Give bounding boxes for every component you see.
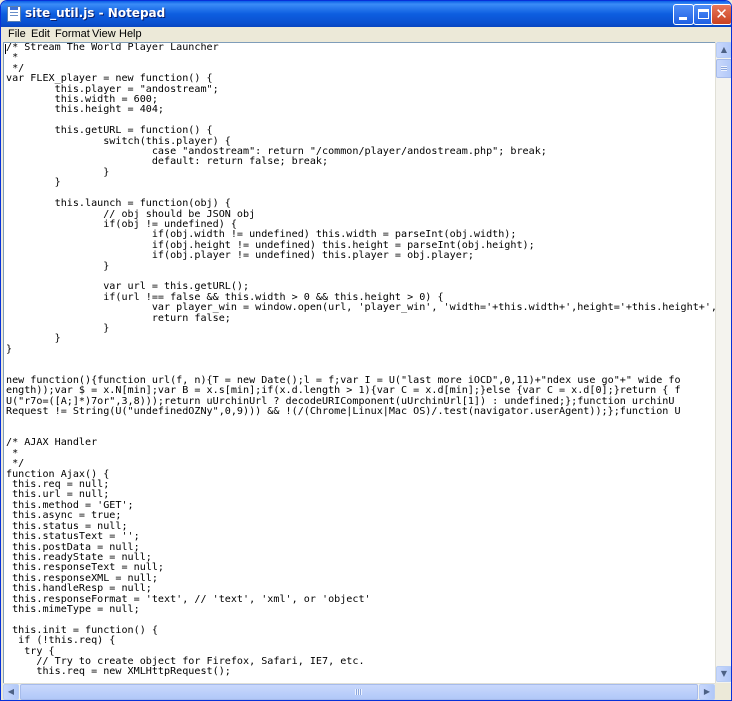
notepad-window: site_util.js - Notepad ✕ File Edit Forma… [0, 0, 732, 701]
minimize-button[interactable] [673, 4, 694, 25]
menu-bar: File Edit Format View Help [1, 27, 731, 41]
menu-help[interactable]: Help [119, 27, 142, 41]
scroll-right-button[interactable]: ▶ [699, 684, 715, 700]
horizontal-scrollbar[interactable]: ◀ ▶ [3, 683, 715, 700]
close-icon: ✕ [715, 5, 728, 23]
menu-format[interactable]: Format [55, 27, 90, 41]
arrow-right-icon: ▶ [703, 687, 711, 696]
text-editor[interactable]: /* Stream The World Player Launcher * */… [3, 42, 715, 683]
menu-view[interactable]: View [92, 27, 116, 41]
arrow-left-icon: ◀ [7, 687, 15, 696]
horizontal-scroll-thumb[interactable] [20, 684, 698, 700]
size-grip[interactable] [715, 683, 731, 699]
arrow-up-icon: ▲ [720, 45, 728, 54]
scroll-left-button[interactable]: ◀ [3, 684, 19, 700]
menu-edit[interactable]: Edit [31, 27, 50, 41]
close-button[interactable]: ✕ [711, 4, 731, 25]
editor-text[interactable]: /* Stream The World Player Launcher * */… [4, 43, 715, 678]
minimize-icon [679, 17, 687, 20]
menu-file[interactable]: File [8, 27, 26, 41]
scroll-up-button[interactable]: ▲ [716, 42, 731, 58]
vertical-scrollbar[interactable]: ▲ ▼ [715, 42, 731, 683]
arrow-down-icon: ▼ [720, 669, 728, 678]
maximize-icon [698, 9, 709, 19]
window-title: site_util.js - Notepad [25, 6, 166, 20]
notepad-app-icon[interactable] [7, 6, 21, 22]
title-bar[interactable]: site_util.js - Notepad ✕ [1, 1, 731, 27]
text-caret [5, 44, 6, 54]
scroll-down-button[interactable]: ▼ [716, 666, 731, 682]
vertical-scroll-thumb[interactable] [716, 59, 731, 78]
